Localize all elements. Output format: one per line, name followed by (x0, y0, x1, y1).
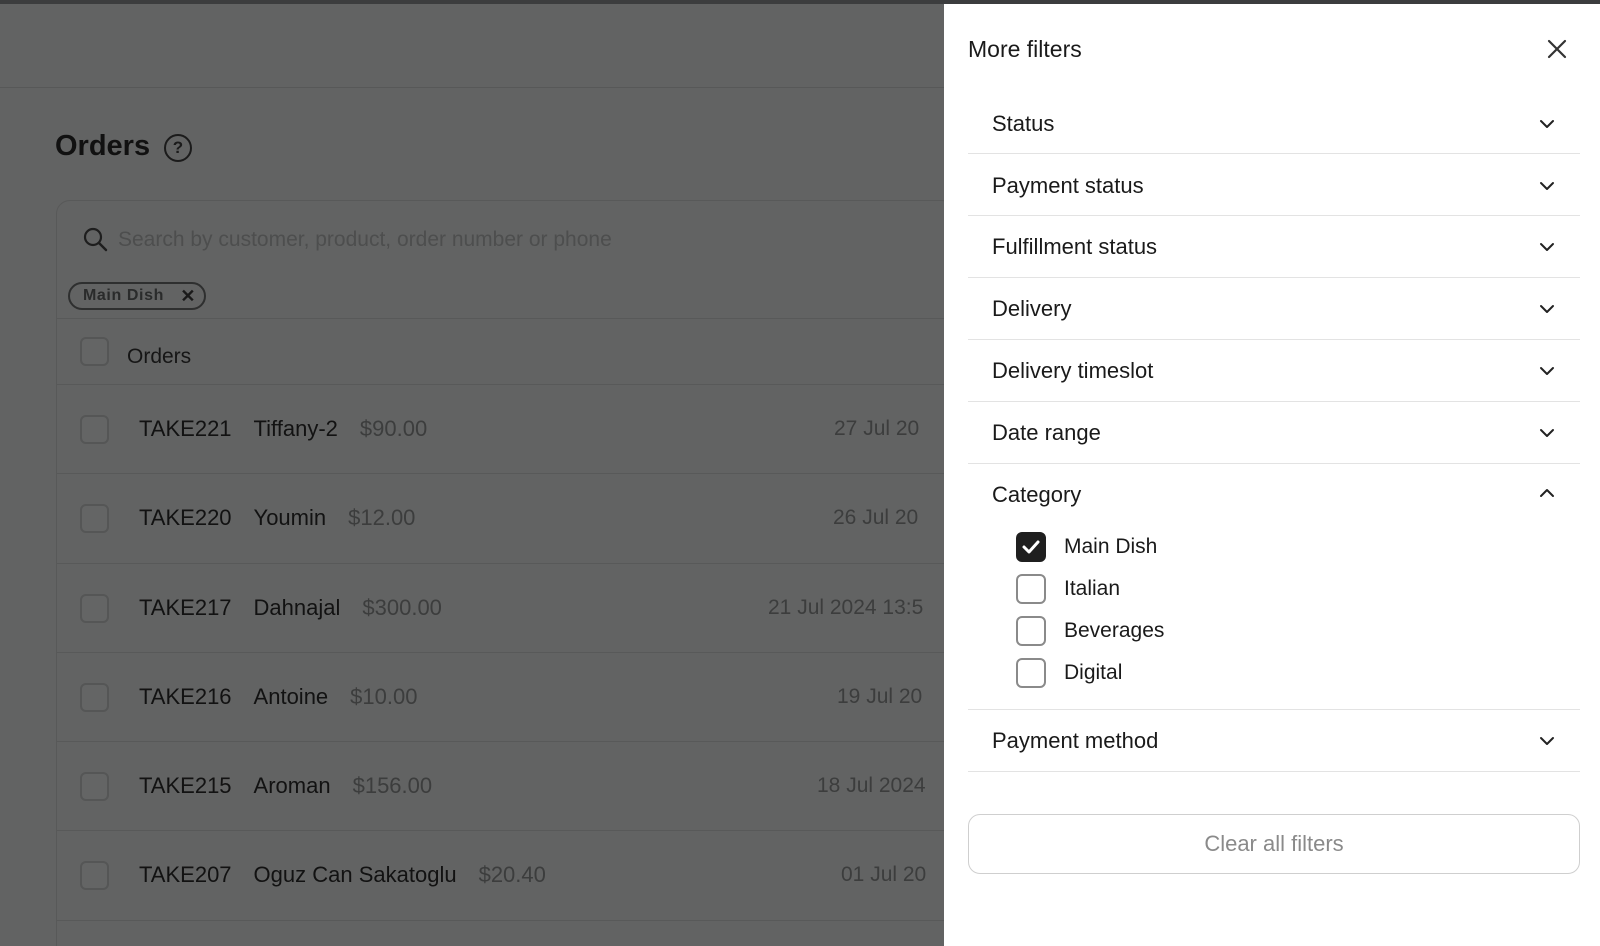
order-amount: $10.00 (350, 684, 418, 709)
order-number: TAKE217 (139, 595, 232, 620)
row-checkbox[interactable] (80, 415, 109, 444)
customer-name: Antoine (253, 684, 329, 709)
order-amount: $12.00 (348, 505, 416, 530)
option-label: Digital (1064, 661, 1123, 684)
row-checkbox[interactable] (80, 594, 109, 623)
table-row[interactable]: TAKE216 Antoine $10.00 (139, 684, 417, 710)
table-row[interactable]: TAKE207 Oguz Can Sakatoglu $20.40 (139, 862, 546, 888)
chevron-down-icon (1540, 182, 1554, 190)
order-number: TAKE215 (139, 773, 232, 798)
order-date: 18 Jul 2024 (817, 774, 926, 797)
select-all-checkbox[interactable] (80, 337, 109, 366)
divider (56, 652, 944, 653)
section-label: Payment status (992, 173, 1144, 198)
order-number: TAKE207 (139, 862, 232, 887)
table-row[interactable]: TAKE217 Dahnajal $300.00 (139, 595, 442, 621)
question-circle-icon[interactable]: ? (164, 134, 192, 162)
section-label: Fulfillment status (992, 234, 1158, 259)
divider (56, 473, 944, 474)
row-checkbox[interactable] (80, 683, 109, 712)
chevron-down-icon (1540, 737, 1554, 745)
filter-section-delivery[interactable]: Delivery (968, 278, 1580, 340)
orders-card (56, 200, 956, 946)
close-icon[interactable] (1542, 34, 1572, 64)
checkbox[interactable] (1016, 574, 1046, 604)
row-checkbox[interactable] (80, 772, 109, 801)
customer-name: Youmin (253, 505, 327, 530)
filter-section-delivery-timeslot[interactable]: Delivery timeslot (968, 340, 1580, 402)
order-amount: $156.00 (352, 773, 433, 798)
chevron-down-icon (1540, 305, 1554, 313)
page-title: Orders (55, 130, 151, 162)
table-row[interactable]: TAKE215 Aroman $156.00 (139, 773, 432, 799)
section-label: Status (992, 111, 1055, 136)
filter-section-date-range[interactable]: Date range (968, 402, 1580, 464)
chip-label: Main Dish (83, 287, 164, 304)
customer-name: Aroman (253, 773, 331, 798)
chevron-down-icon (1540, 120, 1554, 128)
order-amount: $90.00 (359, 416, 428, 441)
table-row[interactable]: TAKE220 Youmin $12.00 (139, 505, 415, 531)
divider (56, 318, 944, 319)
clear-all-filters-button[interactable]: Clear all filters (968, 814, 1580, 874)
chevron-down-icon (1540, 367, 1554, 375)
divider (56, 384, 944, 385)
order-amount: $20.40 (478, 862, 546, 887)
check-icon (1022, 540, 1040, 554)
page-header-bar (0, 4, 944, 88)
filter-section-category: Category Main Dish Italian Beverages Dig… (968, 464, 1580, 710)
search-icon (83, 227, 108, 252)
checkbox[interactable] (1016, 532, 1046, 562)
chevron-up-icon[interactable] (1538, 484, 1556, 502)
order-amount: $300.00 (362, 595, 442, 620)
customer-name: Tiffany-2 (253, 416, 338, 441)
filter-section-fulfillment-status[interactable]: Fulfillment status (968, 216, 1580, 278)
checkbox[interactable] (1016, 616, 1046, 646)
customer-name: Oguz Can Sakatoglu (253, 862, 457, 887)
filter-section-payment-status[interactable]: Payment status (968, 154, 1580, 216)
option-label: Italian (1064, 577, 1121, 600)
row-checkbox[interactable] (80, 861, 109, 890)
option-label: Beverages (1064, 619, 1165, 642)
checkbox[interactable] (1016, 658, 1046, 688)
table-row[interactable]: TAKE221 Tiffany-2 $90.00 (139, 416, 427, 442)
order-number: TAKE220 (139, 505, 232, 530)
drawer-title: More filters (968, 36, 1082, 62)
chevron-down-icon (1540, 243, 1554, 251)
order-date: 01 Jul 20 (841, 863, 927, 886)
close-icon[interactable]: ✕ (180, 284, 196, 308)
order-number: TAKE221 (139, 416, 232, 441)
order-date: 19 Jul 20 (837, 685, 923, 708)
option-label: Main Dish (1064, 535, 1158, 558)
table-header-label: Orders (127, 345, 192, 368)
customer-name: Dahnajal (253, 595, 341, 620)
section-label: Delivery timeslot (992, 358, 1154, 383)
section-label[interactable]: Category (992, 482, 1081, 508)
divider (56, 563, 944, 564)
order-date: 21 Jul 2024 13:5 (768, 596, 924, 619)
active-filter-chip: Main Dish ✕ (68, 282, 206, 310)
section-label: Delivery (992, 296, 1072, 321)
row-checkbox[interactable] (80, 504, 109, 533)
search-input[interactable] (118, 226, 898, 254)
order-date: 27 Jul 20 (834, 417, 920, 440)
divider (56, 741, 944, 742)
section-label: Payment method (992, 728, 1159, 753)
chevron-down-icon (1540, 429, 1554, 437)
filter-section-status[interactable]: Status (968, 94, 1580, 154)
more-filters-drawer: More filters Status Payment status Fulfi… (944, 4, 1600, 946)
order-number: TAKE216 (139, 684, 232, 709)
divider (56, 830, 944, 831)
filter-section-payment-method[interactable]: Payment method (968, 710, 1580, 772)
divider (56, 920, 944, 921)
order-date: 26 Jul 20 (833, 506, 919, 529)
section-label: Date range (992, 420, 1101, 445)
